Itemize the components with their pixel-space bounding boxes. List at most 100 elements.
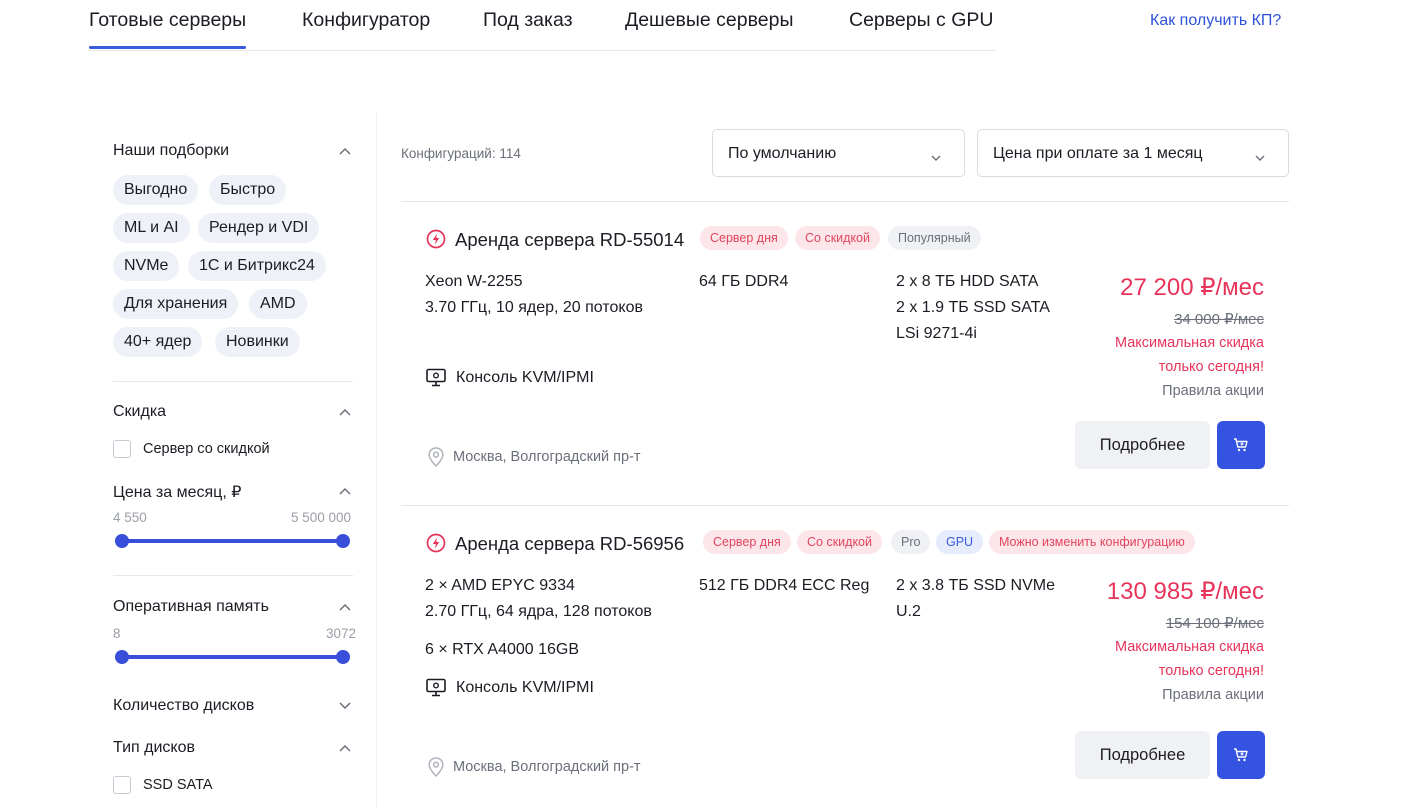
divider: [401, 201, 1289, 202]
pill-40-cores[interactable]: 40+ ядер: [113, 327, 203, 357]
cpu-details: 2.70 ГГц, 64 ядра, 128 потоков: [425, 603, 652, 620]
divider: [401, 505, 1289, 506]
pill-fast[interactable]: Быстро: [209, 175, 287, 205]
sort-select[interactable]: По умолчанию: [712, 129, 965, 177]
chevron-down-icon[interactable]: [339, 702, 351, 712]
ram-filter-title[interactable]: Оперативная память: [113, 598, 353, 616]
pill-1c-bitrix[interactable]: 1С и Битрикс24: [188, 251, 326, 281]
promo-text-2: только сегодня!: [1158, 359, 1264, 375]
raid-controller: LSi 9271-4i: [896, 325, 977, 342]
how-to-get-quote-link[interactable]: Как получить КП?: [1150, 12, 1281, 30]
kvm-label: Консоль KVM/IPMI: [456, 678, 594, 696]
sort-select-value: По умолчанию: [728, 145, 837, 162]
lightning-icon: [426, 229, 446, 249]
discount-checkbox-row[interactable]: Сервер со скидкой: [113, 440, 270, 458]
discount-title[interactable]: Скидка: [113, 403, 353, 421]
kvm-console: Консоль KVM/IPMI: [426, 678, 594, 697]
cpu-details: 3.70 ГГц, 10 ядер, 20 потоков: [425, 299, 643, 316]
price: 27 200 ₽/мес: [1120, 274, 1264, 301]
ram-max-label: 3072: [326, 626, 357, 641]
top-tabs: Готовые серверы Конфигуратор Под заказ Д…: [89, 0, 996, 51]
ssd-sata-checkbox-row[interactable]: SSD SATA: [113, 776, 213, 794]
price-filter-title[interactable]: Цена за месяц, ₽: [113, 482, 353, 502]
price-range-track[interactable]: [122, 539, 344, 543]
collections-title[interactable]: Наши подборки: [113, 142, 353, 160]
server-title[interactable]: Аренда сервера RD-55014: [455, 229, 684, 251]
badge-discount: Со скидкой: [795, 226, 880, 250]
details-button[interactable]: Подробнее: [1075, 421, 1210, 469]
ram-spec: 64 ГБ DDR4: [699, 273, 789, 290]
kvm-label: Консоль KVM/IPMI: [456, 368, 594, 386]
pill-amd[interactable]: AMD: [249, 289, 307, 319]
cpu-model: 2 × AMD EPYC 9334: [425, 577, 575, 594]
ram-range-track[interactable]: [122, 655, 344, 659]
price-max-label: 5 500 000: [291, 510, 352, 525]
lightning-icon: [426, 533, 446, 553]
ram-spec: 512 ГБ DDR4 ECC Reg: [699, 577, 870, 594]
disk-spec-1: 2 x 3.8 ТБ SSD NVMe: [896, 577, 1055, 594]
location: Москва, Волгоградский пр-т: [428, 757, 641, 777]
promo-text-2: только сегодня!: [1158, 663, 1264, 679]
badge-pro: Pro: [891, 530, 931, 554]
disk-spec-2: 2 x 1.9 ТБ SSD SATA: [896, 299, 1050, 316]
details-button[interactable]: Подробнее: [1075, 731, 1210, 779]
pill-render-vdi[interactable]: Рендер и VDI: [198, 213, 320, 243]
pill-profitable[interactable]: Выгодно: [113, 175, 199, 205]
disk-count-title[interactable]: Количество дисков: [113, 697, 353, 715]
pill-ml-ai[interactable]: ML и AI: [113, 213, 190, 243]
gpu-spec: 6 × RTX A4000 16GB: [425, 641, 580, 658]
badge-configurable: Можно изменить конфигурацию: [989, 530, 1195, 554]
ssd-sata-checkbox[interactable]: [113, 776, 131, 794]
ram-min-handle[interactable]: [115, 650, 129, 664]
cart-icon: [1234, 438, 1248, 452]
disk-spec-2: U.2: [896, 603, 921, 620]
location-label: Москва, Волгоградский пр-т: [453, 449, 641, 465]
server-title[interactable]: Аренда сервера RD-56956: [455, 533, 684, 555]
badge-gpu: GPU: [936, 530, 984, 554]
divider: [113, 575, 353, 576]
discount-checkbox[interactable]: [113, 440, 131, 458]
ram-max-handle[interactable]: [336, 650, 350, 664]
tab-cheap-servers[interactable]: Дешевые серверы: [625, 9, 793, 32]
pill-nvme[interactable]: NVMe: [113, 251, 180, 281]
chevron-up-icon[interactable]: [339, 147, 351, 157]
location: Москва, Волгоградский пр-т: [428, 447, 641, 467]
tab-gpu-servers[interactable]: Серверы с GPU: [849, 9, 993, 32]
price-max-handle[interactable]: [336, 534, 350, 548]
pill-storage[interactable]: Для хранения: [113, 289, 239, 319]
pill-new[interactable]: Новинки: [215, 327, 300, 357]
price-min-label: 4 550: [113, 510, 147, 525]
ssd-sata-checkbox-label: SSD SATA: [143, 777, 213, 793]
chevron-up-icon[interactable]: [339, 487, 351, 497]
promo-text-1: Максимальная скидка: [1114, 639, 1264, 655]
add-to-cart-button[interactable]: [1217, 731, 1265, 779]
old-price: 34 000 ₽/мес: [1174, 311, 1264, 328]
disk-type-title[interactable]: Тип дисков: [113, 739, 353, 757]
cpu-model: Xeon W-2255: [425, 273, 523, 290]
location-pin-icon: [428, 757, 444, 777]
tab-custom-order[interactable]: Под заказ: [483, 9, 573, 32]
tab-configurator[interactable]: Конфигуратор: [302, 9, 430, 32]
add-to-cart-button[interactable]: [1217, 421, 1265, 469]
badge-server-of-day: Сервер дня: [700, 226, 788, 250]
price-min-handle[interactable]: [115, 534, 129, 548]
payment-period-select[interactable]: Цена при оплате за 1 месяц: [977, 129, 1289, 177]
payment-period-value: Цена при оплате за 1 месяц: [993, 145, 1203, 162]
chevron-down-icon: [1255, 149, 1265, 161]
tab-ready-servers[interactable]: Готовые серверы: [89, 9, 247, 49]
badge-discount: Со скидкой: [797, 530, 882, 554]
chevron-up-icon[interactable]: [339, 603, 351, 613]
old-price: 154 100 ₽/мес: [1165, 615, 1264, 632]
ram-min-label: 8: [113, 626, 121, 641]
chevron-up-icon[interactable]: [339, 744, 351, 754]
divider: [113, 381, 353, 382]
kvm-console: Консоль KVM/IPMI: [426, 368, 594, 387]
chevron-down-icon: [931, 149, 941, 161]
chevron-up-icon[interactable]: [339, 408, 351, 418]
promo-rules-link[interactable]: Правила акции: [1162, 383, 1264, 399]
price: 130 985 ₽/мес: [1106, 578, 1264, 605]
configurations-count: Конфигураций: 114: [401, 146, 521, 161]
disk-spec-1: 2 x 8 ТБ HDD SATA: [896, 273, 1039, 290]
promo-rules-link[interactable]: Правила акции: [1162, 687, 1264, 703]
discount-checkbox-label: Сервер со скидкой: [143, 441, 270, 457]
